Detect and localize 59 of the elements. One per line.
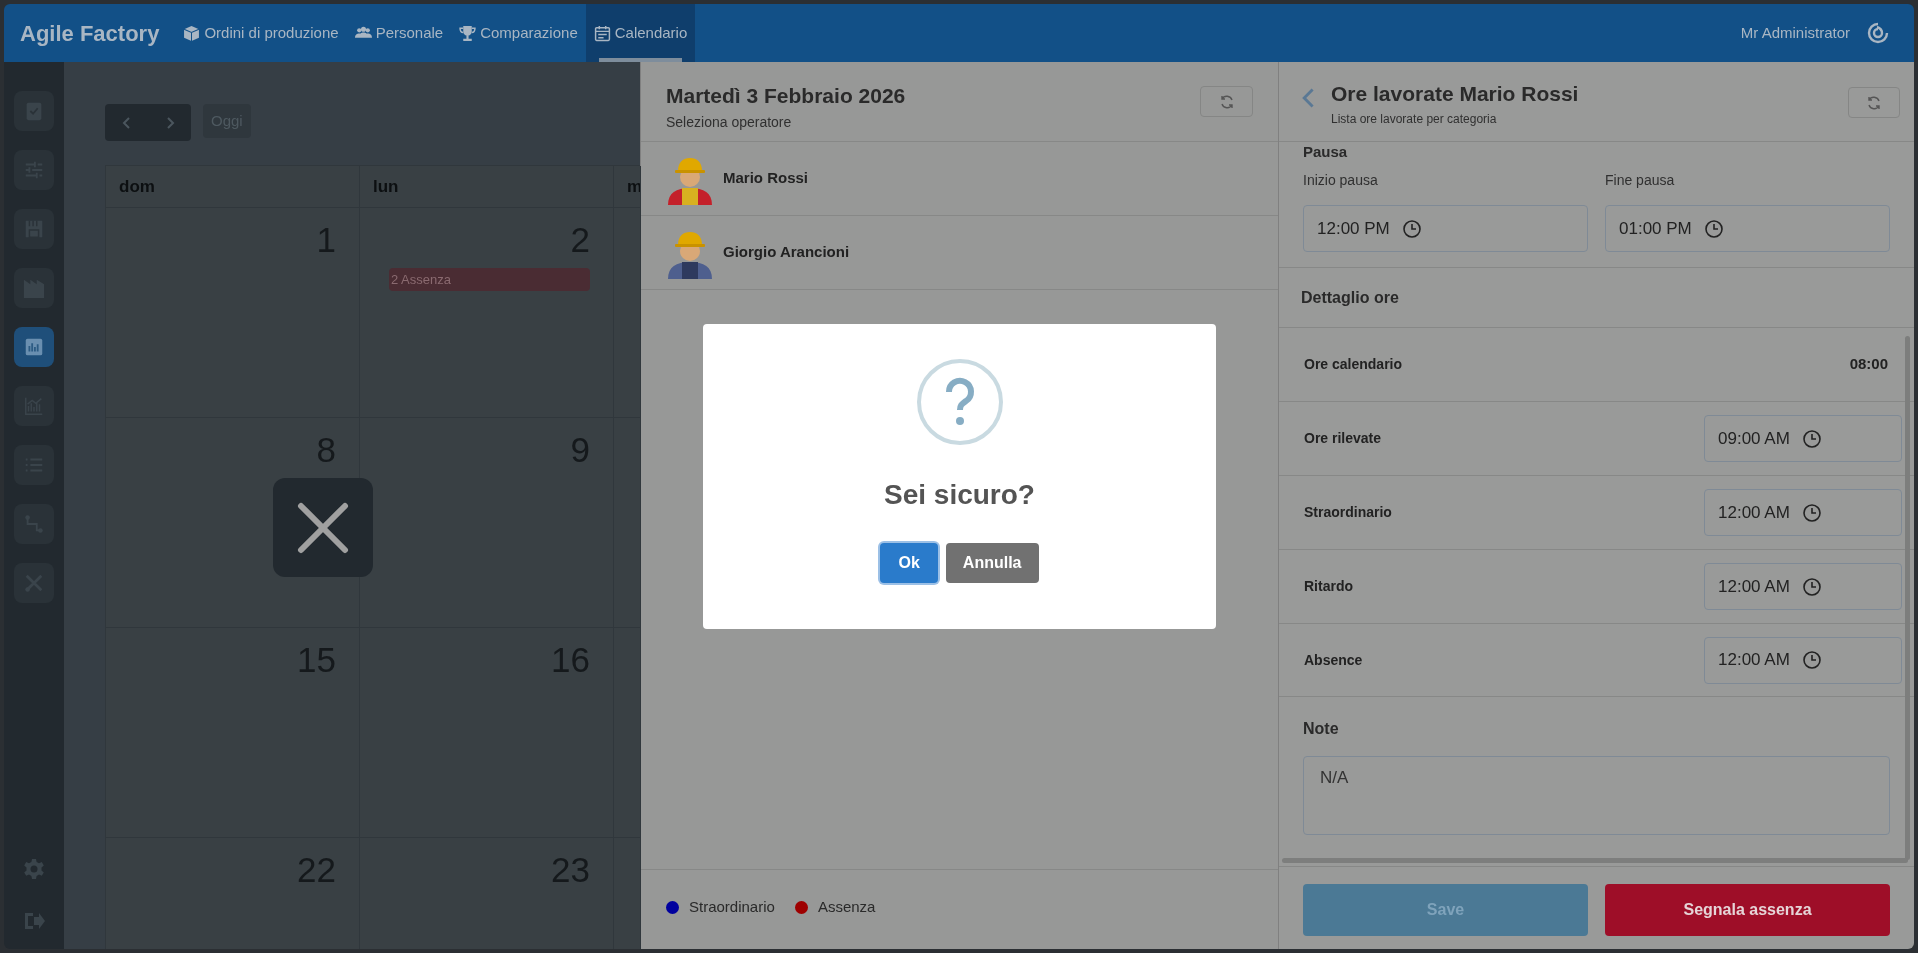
nav-tab[interactable]: Comparazione [451, 4, 586, 62]
calendar-icon [593, 24, 611, 42]
panel-subtitle: Seleziona operatore [666, 112, 793, 132]
refresh-icon [1218, 93, 1235, 110]
clock-icon [1401, 218, 1422, 239]
logo-icon[interactable] [1866, 21, 1890, 45]
time-field[interactable]: 12:00 AM [1704, 563, 1902, 610]
refresh-button[interactable] [1848, 87, 1900, 118]
clock-icon [1801, 576, 1822, 597]
cancel-button[interactable]: Annulla [945, 543, 1039, 583]
refresh-button[interactable] [1200, 86, 1253, 117]
clock-icon [1801, 428, 1822, 449]
clock-icon [1801, 650, 1822, 670]
row-label: Straordinario [1304, 503, 1393, 522]
time-field[interactable]: 09:00 AM [1704, 415, 1902, 462]
nav-tab[interactable]: Calendario [585, 4, 696, 62]
ok-button[interactable]: Ok [880, 543, 938, 583]
note-field[interactable]: N/A [1303, 756, 1890, 835]
time-field[interactable]: 12:00 AM [1704, 489, 1902, 536]
panel-subtitle: Lista ore lavorate per categoria [1331, 110, 1498, 128]
question-icon [916, 359, 1003, 445]
time-field[interactable]: 01:00 PM [1605, 205, 1890, 252]
app-title: Agile Factory [20, 19, 160, 48]
calendar-event[interactable]: 2 Assenza [389, 268, 590, 291]
row-label: Absence [1304, 650, 1364, 670]
row-value: 08:00 [1849, 354, 1888, 375]
operator-name[interactable]: Giorgio Arancioni [723, 241, 850, 264]
sidebar-item[interactable] [14, 327, 54, 367]
legend-label: Assenza [817, 897, 876, 918]
dialog-title: Sei sicuro? [884, 478, 1035, 512]
clock-icon [1703, 218, 1724, 239]
vertical-scrollbar[interactable] [1905, 336, 1910, 860]
settings-icon[interactable] [22, 857, 46, 881]
nav-tab[interactable]: Ordini di produzione [175, 4, 347, 62]
bar-chart-icon [23, 336, 45, 358]
section-heading: Pausa [1303, 142, 1349, 162]
field-label: Fine pausa [1605, 171, 1676, 190]
time-field[interactable]: 12:00 PM [1303, 205, 1588, 252]
time-field[interactable]: 12:00 AM [1704, 636, 1902, 684]
close-button[interactable] [273, 478, 373, 577]
row-label: Ritardo [1304, 577, 1354, 596]
report-absence-button[interactable]: Segnala assenza [1605, 884, 1890, 936]
close-icon [297, 501, 349, 554]
legend-label: Straordinario [689, 897, 775, 918]
section-heading: Note [1303, 719, 1340, 739]
panel-title: Martedì 3 Febbraio 2026 [666, 83, 907, 109]
trophy-icon [459, 24, 477, 42]
clock-icon [1801, 502, 1822, 523]
refresh-icon [1866, 94, 1882, 111]
field-label: Inizio pausa [1303, 171, 1379, 190]
operator-name[interactable]: Mario Rossi [723, 167, 809, 190]
panel-title: Ore lavorate Mario Rossi [1331, 81, 1580, 107]
section-heading: Dettaglio ore [1301, 287, 1399, 308]
horizontal-scrollbar[interactable] [1282, 858, 1908, 863]
nav-tab[interactable]: Personale [346, 4, 452, 62]
row-label: Ore rilevate [1304, 429, 1383, 448]
box-icon [183, 24, 201, 42]
row-label: Ore calendario [1304, 355, 1404, 374]
user-name[interactable]: Mr Administrator [1740, 21, 1850, 45]
